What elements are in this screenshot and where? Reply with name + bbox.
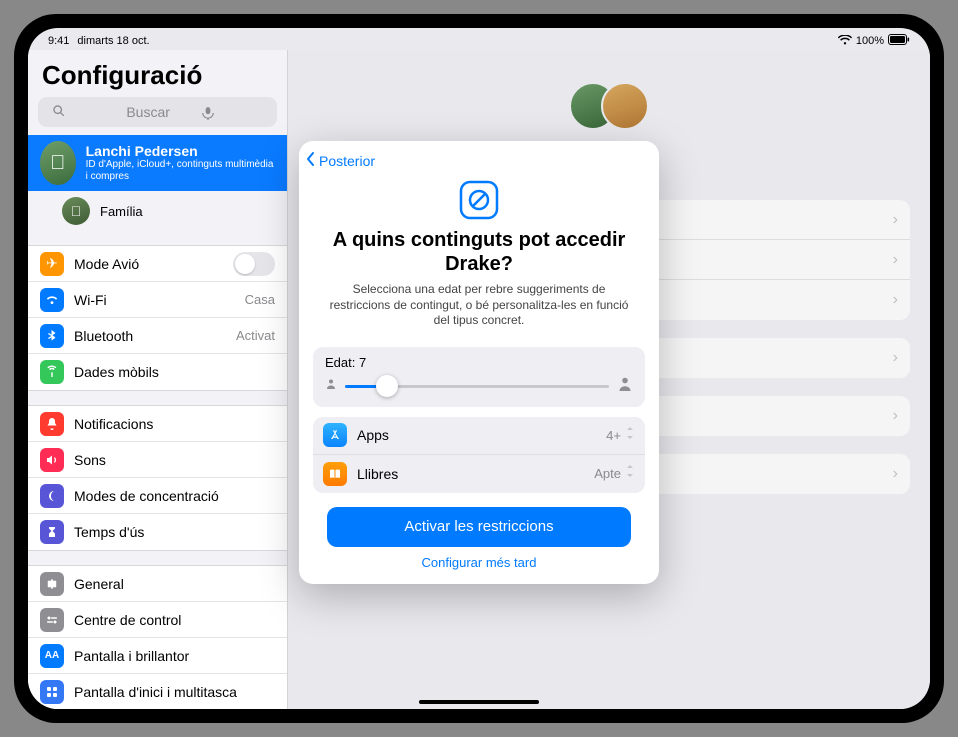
cellular-icon [40,360,64,384]
sidebar-item-display[interactable]: AA Pantalla i brillantor [28,638,287,674]
person-small-icon [325,377,337,395]
content-restrictions-modal: Posterior A quins continguts pot accedir… [299,141,659,584]
account-subtitle: ID d'Apple, iCloud+, continguts multimèd… [86,159,275,183]
search-input[interactable]: Buscar [38,97,277,127]
apps-value: 4+ [606,428,621,443]
value-bluetooth: Activat [236,328,275,343]
person-large-icon [617,376,633,397]
status-time: 9:41 [48,35,69,47]
sidebar-item-family[interactable]: 􀉪 Família [28,191,287,231]
sidebar-item-notifications[interactable]: Notificacions [28,406,287,442]
gear-icon [40,572,64,596]
moon-icon [40,484,64,508]
set-up-later-button[interactable]: Configurar més tard [299,555,659,570]
sidebar-item-general[interactable]: General [28,566,287,602]
label-wifi: Wi-Fi [74,292,245,308]
airplane-icon: ✈ [40,252,64,276]
sidebar-item-sounds[interactable]: Sons [28,442,287,478]
sidebar-item-bluetooth[interactable]: Bluetooth Activat [28,318,287,354]
wifi-settings-icon [40,288,64,312]
label-airplane: Mode Avió [74,256,233,272]
modal-description: Selecciona una edat per rebre suggerimen… [323,282,635,329]
grid-icon [40,680,64,704]
label-display: Pantalla i brillantor [74,648,275,664]
label-notifications: Notificacions [74,416,275,432]
age-slider[interactable] [345,385,609,388]
later-label: Configurar més tard [422,555,537,570]
status-bar: 9:41 dimarts 18 oct. 100% [28,28,930,50]
books-icon [323,462,347,486]
wifi-icon [838,35,852,48]
sidebar-item-cellular[interactable]: Dades mòbils [28,354,287,390]
settings-sidebar: Configuració Buscar 􀉪 Lanchi Pedersen ID… [28,50,288,709]
updown-icon [625,426,635,445]
age-picker: Edat: 7 [313,347,645,407]
search-icon [46,104,120,121]
value-wifi: Casa [245,292,275,307]
hourglass-icon [40,520,64,544]
battery-icon [888,34,910,48]
sliders-icon [40,608,64,632]
label-cellular: Dades mòbils [74,364,275,380]
label-home: Pantalla d'inici i multitasca [74,684,275,700]
slider-thumb[interactable] [376,375,398,397]
label-control: Centre de control [74,612,275,628]
home-indicator[interactable] [419,700,539,704]
sidebar-item-control-center[interactable]: Centre de control [28,602,287,638]
books-label: Llibres [357,466,594,482]
enable-restrictions-button[interactable]: Activar les restriccions [327,507,631,547]
status-battery: 100% [856,35,884,47]
status-date: dimarts 18 oct. [77,35,149,47]
apps-label: Apps [357,427,606,443]
bluetooth-icon [40,324,64,348]
bell-icon [40,412,64,436]
sidebar-item-focus[interactable]: Modes de concentració [28,478,287,514]
label-focus: Modes de concentració [74,488,275,504]
books-value: Apte [594,466,621,481]
dictate-icon[interactable] [195,106,269,118]
screen: 9:41 dimarts 18 oct. 100% Configuració [28,28,930,709]
back-button[interactable]: Posterior [299,151,659,174]
modal-title: A quins continguts pot accedir Drake? [323,228,635,276]
sidebar-item-screentime[interactable]: Temps d'ús [28,514,287,550]
updown-icon [625,464,635,483]
avatar: 􀉪 [40,141,76,185]
text-size-icon: AA [40,644,64,668]
sidebar-item-home[interactable]: Pantalla d'inici i multitasca [28,674,287,709]
primary-button-label: Activar les restriccions [404,518,553,535]
family-label: Família [100,204,143,219]
device-frame: 9:41 dimarts 18 oct. 100% Configuració [14,14,944,723]
page-title: Configuració [28,50,287,97]
label-general: General [74,576,275,592]
sidebar-item-appleid[interactable]: 􀉪 Lanchi Pedersen ID d'Apple, iCloud+, c… [28,135,287,191]
age-label: Edat: 7 [325,355,633,370]
sidebar-item-wifi[interactable]: Wi-Fi Casa [28,282,287,318]
airplane-toggle[interactable] [233,252,275,276]
label-screentime: Temps d'ús [74,524,275,540]
back-label: Posterior [319,153,375,169]
sidebar-item-airplane[interactable]: ✈ Mode Avió [28,246,287,282]
label-sounds: Sons [74,452,275,468]
no-symbol-icon [457,178,501,222]
speaker-icon [40,448,64,472]
family-avatar: 􀉪 [62,197,90,225]
option-books[interactable]: Llibres Apte [313,455,645,493]
chevron-left-icon [305,151,317,170]
option-apps[interactable]: Apps 4+ [313,417,645,455]
account-name: Lanchi Pedersen [86,143,275,159]
search-placeholder: Buscar [120,104,194,120]
appstore-icon [323,423,347,447]
label-bluetooth: Bluetooth [74,328,236,344]
